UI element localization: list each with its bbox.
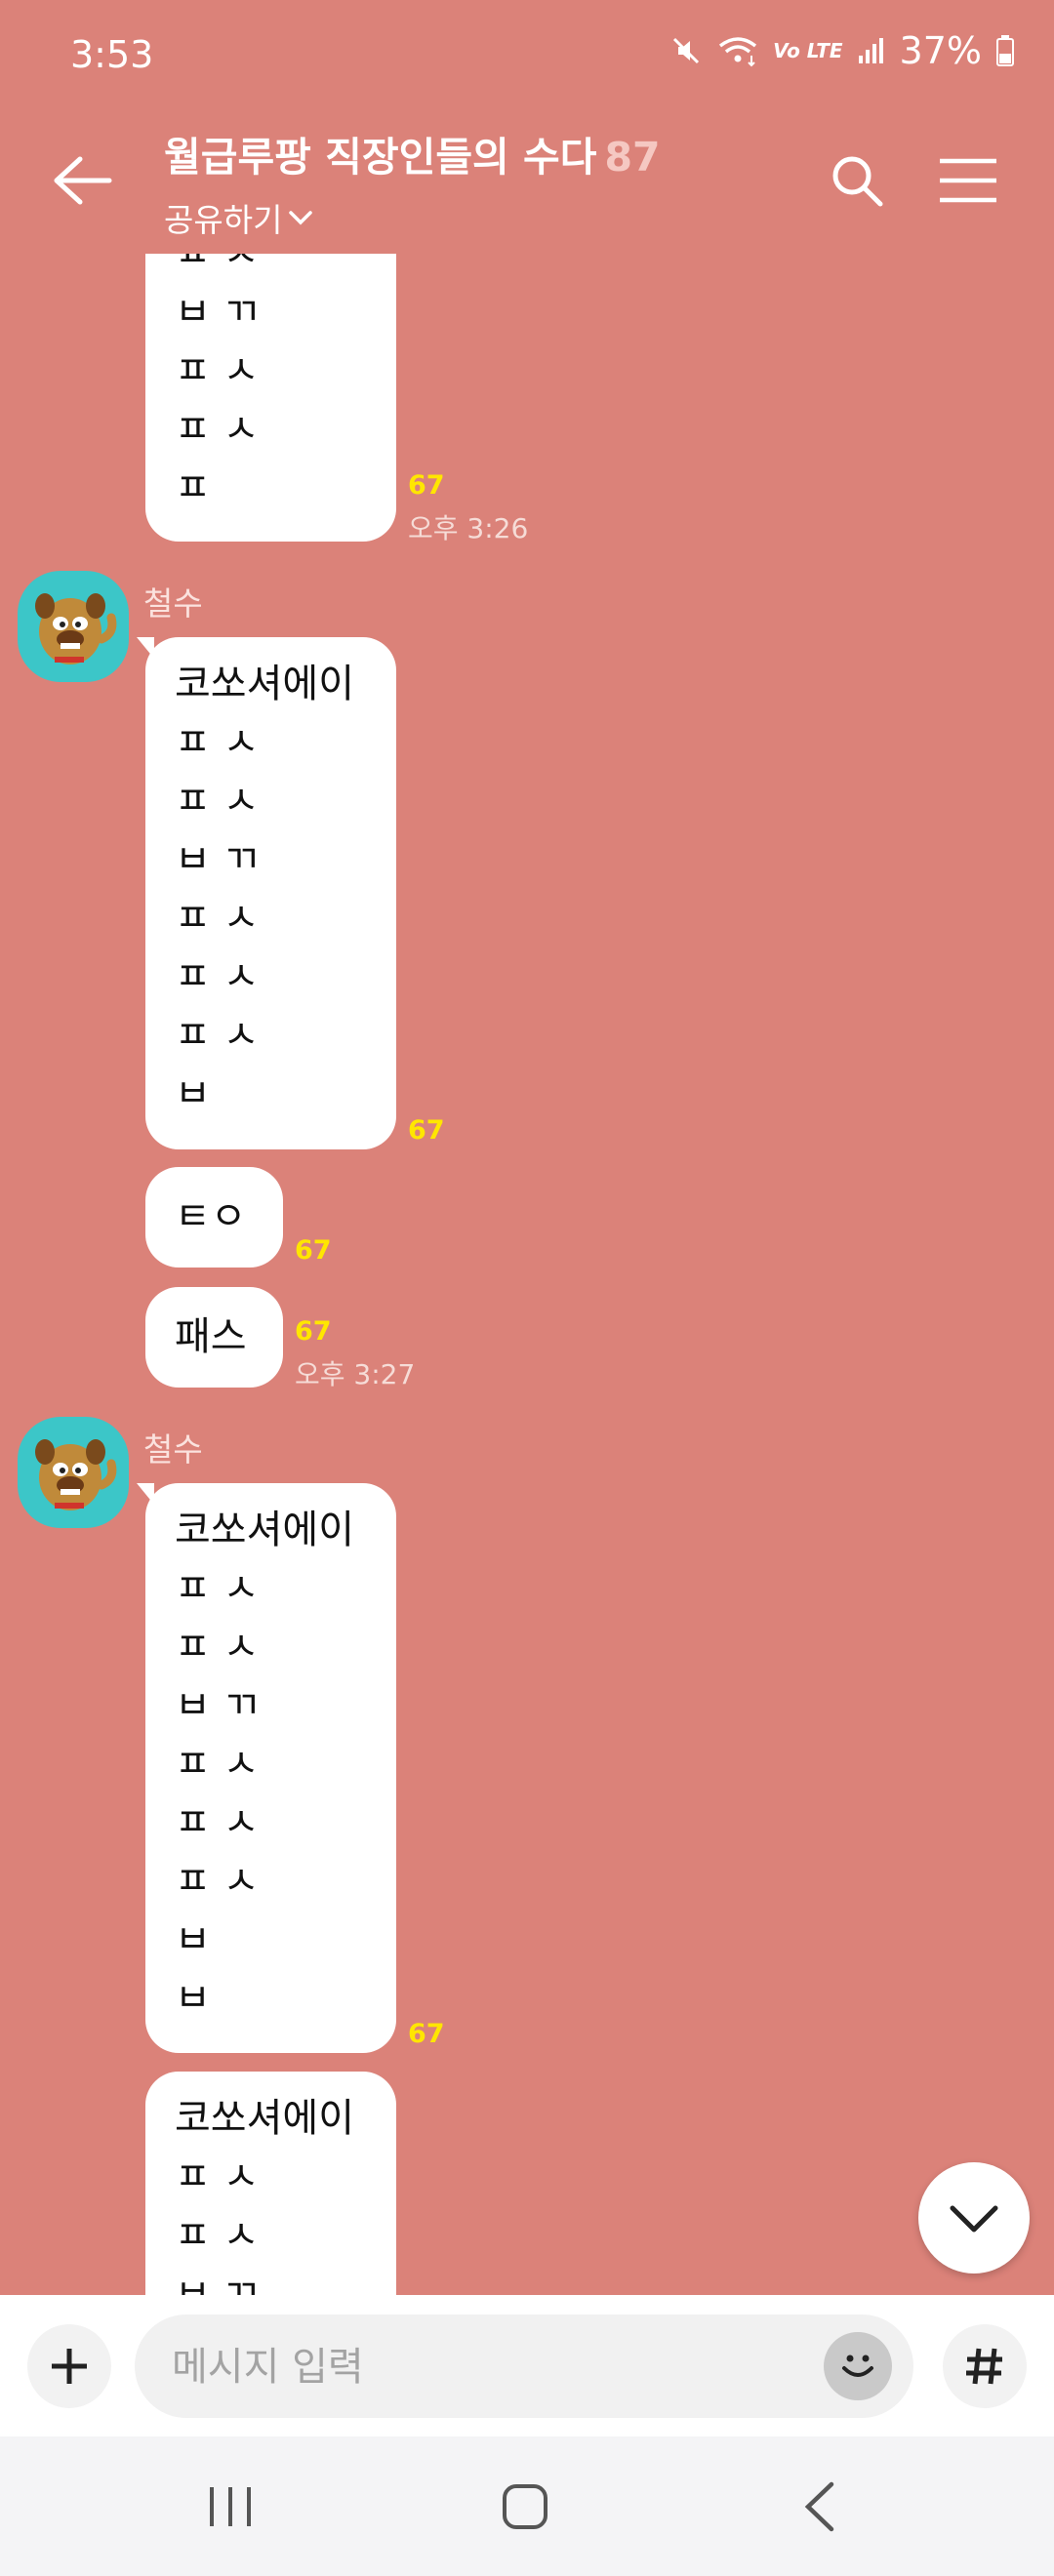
signal-icon xyxy=(857,36,886,65)
message-line: ㅍ ㅅ xyxy=(175,1859,260,1904)
message-line: ㅍ ㅅ xyxy=(175,2154,260,2199)
message-line: ㅂ xyxy=(175,1071,211,1116)
message-line: ㅍ xyxy=(175,465,211,510)
chat-title: 월급루팡 직장인들의 수다 87 xyxy=(164,124,661,182)
chat-header: 월급루팡 직장인들의 수다 87 공유하기 xyxy=(0,112,1054,254)
arrow-left-icon xyxy=(54,156,112,205)
menu-button[interactable] xyxy=(929,141,1007,220)
hashtag-button[interactable] xyxy=(943,2324,1027,2408)
system-nav-bar xyxy=(0,2436,1054,2576)
recent-apps-icon xyxy=(210,2487,251,2526)
attach-button[interactable] xyxy=(27,2324,111,2408)
message-input[interactable] xyxy=(170,2314,798,2420)
home-button[interactable] xyxy=(481,2466,569,2548)
share-dropdown[interactable]: 공유하기 xyxy=(164,194,661,241)
unread-count: 67 xyxy=(408,1115,445,1146)
message-line: ㅍ ㅅ xyxy=(175,1566,260,1611)
hashtag-icon xyxy=(966,2348,1002,2385)
message-bubble[interactable]: 패스 xyxy=(145,1287,283,1388)
dog-character-icon xyxy=(35,1439,117,1510)
message-line: ㅂ xyxy=(175,1976,211,2021)
message-line: ㅍ ㅅ xyxy=(175,1742,260,1787)
message-line: 코쏘셔에이 xyxy=(175,662,354,706)
message-line: ㅍ ㅅ xyxy=(175,2213,260,2258)
hamburger-menu-icon xyxy=(940,158,996,203)
chevron-down-icon xyxy=(289,211,313,225)
message-line: ㅂ ㄲ xyxy=(175,1683,260,1728)
share-label: 공유하기 xyxy=(164,201,283,239)
wifi-icon xyxy=(716,34,759,67)
avatar[interactable] xyxy=(18,1417,129,1528)
status-icons: Vo LTE 37% xyxy=(669,29,1015,72)
back-nav-button[interactable] xyxy=(776,2466,864,2548)
message-line: ㅍ ㅅ xyxy=(175,954,260,999)
message-bubble[interactable]: 코쏘셔에이 ㅍ ㅅ ㅍ ㅅ ㅂ ㄲ xyxy=(145,2072,396,2295)
chat-message-list[interactable]: ㅍ ㅅ ㅂ ㄲ ㅍ ㅅ ㅍ ㅅ ㅍ 67 오후 3:26 철수 코쏘셔에이 ㅍ … xyxy=(0,254,1054,2295)
search-button[interactable] xyxy=(818,141,896,220)
message-line: ㅍ ㅅ xyxy=(175,348,260,393)
message-line: ㅍ ㅅ xyxy=(175,779,260,824)
message-input-container xyxy=(135,2314,913,2420)
plus-icon xyxy=(52,2349,87,2384)
chevron-down-icon xyxy=(950,2205,998,2233)
message-input-bar xyxy=(0,2295,1054,2436)
volte-icon: Vo LTE xyxy=(773,39,843,62)
sender-name: 철수 xyxy=(143,584,203,623)
home-icon xyxy=(503,2484,547,2529)
message-line: ㅍ ㅅ xyxy=(175,254,260,276)
chat-title-text: 월급루팡 직장인들의 수다 xyxy=(164,134,597,181)
unread-count: 67 xyxy=(295,1316,332,1347)
unread-count: 67 xyxy=(408,470,445,501)
message-line: ㅂ ㄲ xyxy=(175,837,260,882)
message-line: ㅂ xyxy=(175,1917,211,1962)
message-line: ㅍ ㅅ xyxy=(175,1013,260,1058)
back-chevron-icon xyxy=(804,2481,834,2532)
avatar[interactable] xyxy=(18,571,129,682)
sender-name: 철수 xyxy=(143,1430,203,1469)
message-bubble[interactable]: 코쏘셔에이 ㅍ ㅅ ㅍ ㅅ ㅂ ㄲ ㅍ ㅅ ㅍ ㅅ ㅍ ㅅ ㅂ ㅂ xyxy=(145,1483,396,2053)
status-time: 3:53 xyxy=(70,33,154,76)
unread-count: 67 xyxy=(408,2019,445,2049)
message-line: 코쏘셔에이 xyxy=(175,2096,354,2141)
member-count: 87 xyxy=(604,134,661,181)
emoticon-button[interactable] xyxy=(824,2332,892,2400)
message-line: ㅌㅇ xyxy=(175,1194,247,1239)
recent-apps-button[interactable] xyxy=(186,2466,274,2548)
message-line: ㅍ ㅅ xyxy=(175,1800,260,1845)
unread-count: 67 xyxy=(295,1235,332,1266)
message-bubble[interactable]: 코쏘셔에이 ㅍ ㅅ ㅍ ㅅ ㅂ ㄲ ㅍ ㅅ ㅍ ㅅ ㅍ ㅅ ㅂ xyxy=(145,637,396,1149)
message-bubble[interactable]: ㅍ ㅅ ㅂ ㄲ ㅍ ㅅ ㅍ ㅅ ㅍ xyxy=(145,254,396,542)
message-line: 패스 xyxy=(175,1314,247,1359)
battery-percent: 37% xyxy=(899,29,982,72)
message-line: ㅍ ㅅ xyxy=(175,896,260,941)
message-line: ㅍ ㅅ xyxy=(175,407,260,452)
dog-character-icon xyxy=(35,593,117,664)
scroll-to-bottom-button[interactable] xyxy=(918,2162,1030,2274)
message-time: 오후 3:27 xyxy=(295,1358,416,1390)
status-bar: 3:53 Vo LTE 37% xyxy=(0,0,1054,112)
message-line: 코쏘셔에이 xyxy=(175,1508,354,1552)
battery-icon xyxy=(995,34,1015,67)
smile-icon xyxy=(842,2355,873,2377)
message-line: ㅂ ㄲ xyxy=(175,2272,260,2295)
mute-icon xyxy=(669,34,703,67)
chat-title-area[interactable]: 월급루팡 직장인들의 수다 87 공유하기 xyxy=(164,124,661,241)
search-icon xyxy=(832,156,883,207)
back-button[interactable] xyxy=(43,141,121,220)
message-line: ㅂ ㄲ xyxy=(175,290,260,335)
message-time: 오후 3:26 xyxy=(408,512,529,544)
message-bubble[interactable]: ㅌㅇ xyxy=(145,1167,283,1268)
message-line: ㅍ ㅅ xyxy=(175,1625,260,1670)
message-line: ㅍ ㅅ xyxy=(175,720,260,765)
